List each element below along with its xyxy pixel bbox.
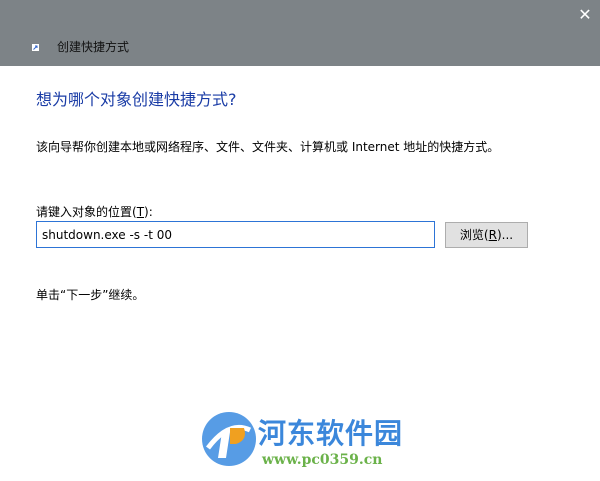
location-label: 请键入对象的位置(T):	[36, 203, 153, 220]
title-row: 创建快捷方式	[32, 38, 129, 54]
location-label-accel: T	[136, 205, 145, 219]
page-heading: 想为哪个对象创建快捷方式?	[36, 90, 237, 109]
page-description: 该向导帮你创建本地或网络程序、文件、文件夹、计算机或 Internet 地址的快…	[36, 140, 500, 154]
window-title: 创建快捷方式	[57, 39, 130, 54]
browse-label-accel: R	[488, 228, 497, 242]
close-icon: ✕	[578, 5, 592, 24]
location-input[interactable]	[36, 221, 435, 248]
browse-label-suffix: )...	[496, 228, 514, 242]
watermark-url: www.pc0359.cn	[262, 452, 383, 468]
watermark-logo-icon	[202, 412, 256, 466]
close-button[interactable]: ✕	[570, 0, 600, 30]
watermark-title: 河东软件园	[258, 417, 404, 450]
location-label-prefix: 请键入对象的位置(	[36, 205, 137, 219]
shortcut-wizard-icon	[32, 43, 39, 51]
title-bar: ✕ 创建快捷方式	[0, 0, 600, 66]
browse-label-prefix: 浏览(	[459, 228, 489, 242]
continue-hint: 单击“下一步”继续。	[36, 288, 145, 302]
browse-button[interactable]: 浏览(R)...	[445, 222, 528, 248]
location-label-suffix: ):	[144, 205, 153, 219]
